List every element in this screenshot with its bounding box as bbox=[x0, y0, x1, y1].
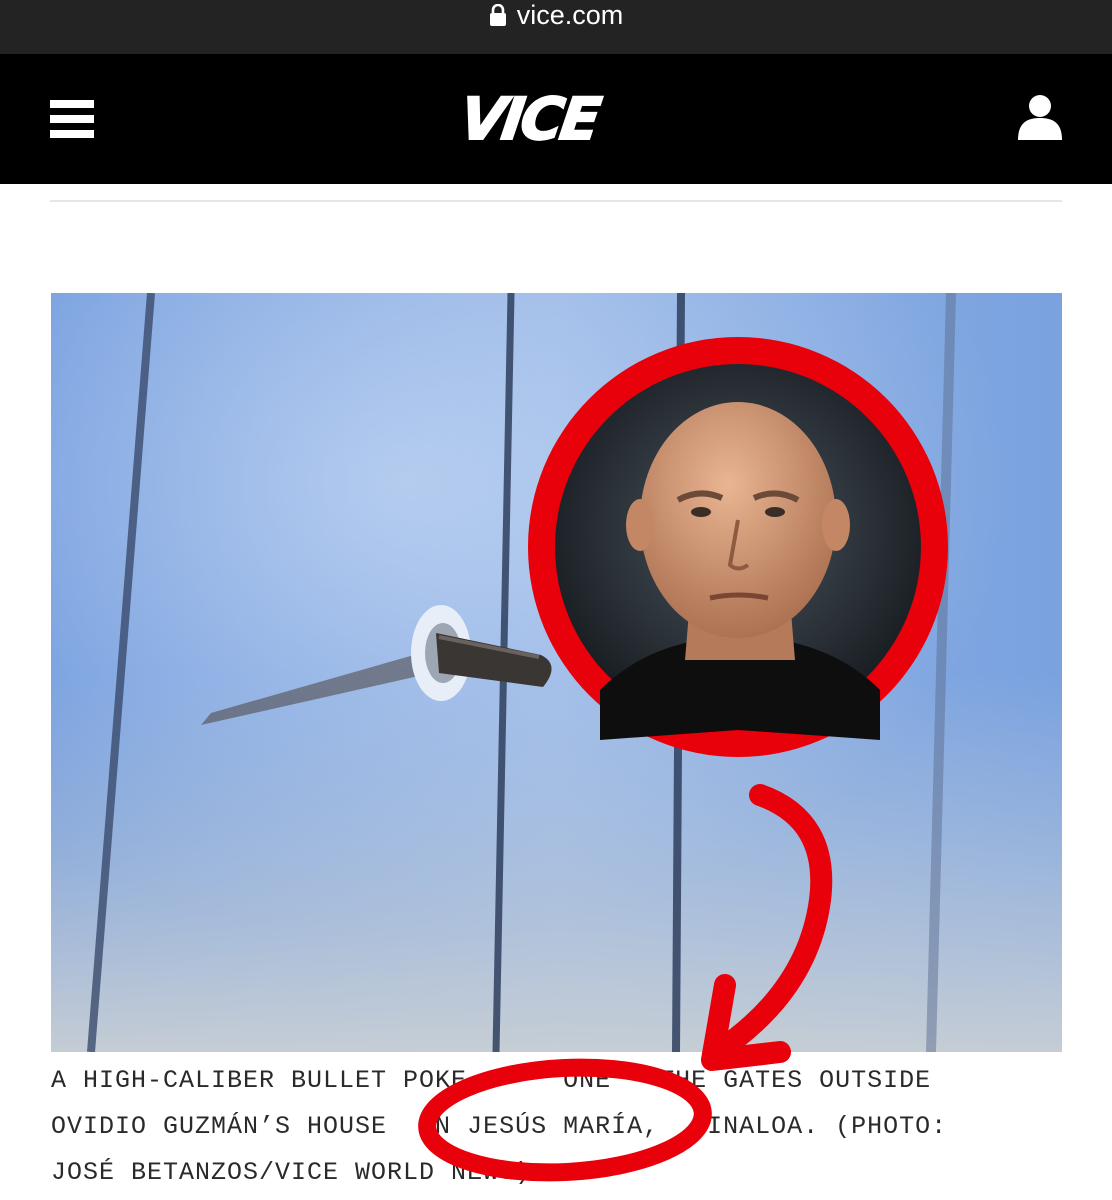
header-divider bbox=[50, 200, 1062, 202]
vice-logo[interactable]: VICE bbox=[426, 82, 632, 156]
address-bar-content: vice.com bbox=[0, 0, 1112, 30]
caption-line-3: JOSÉ BETANZOS/VICE WORLD NEWS) bbox=[51, 1158, 532, 1187]
user-account-icon[interactable] bbox=[1016, 92, 1064, 142]
hamburger-menu-icon[interactable] bbox=[50, 100, 94, 138]
caption-line-1: A HIGH-CALIBER BULLET POKE ONE THE GATES… bbox=[51, 1066, 932, 1095]
photo-caption: A HIGH-CALIBER BULLET POKE ONE THE GATES… bbox=[51, 1058, 1062, 1196]
site-header: VICE bbox=[0, 54, 1112, 184]
url-text: vice.com bbox=[516, 0, 624, 30]
gate-bullet-photo bbox=[51, 293, 1062, 1052]
browser-address-bar[interactable]: vice.com bbox=[0, 0, 1112, 54]
article-hero-photo bbox=[51, 293, 1062, 1052]
logo-text: VICE bbox=[455, 84, 603, 154]
lock-icon bbox=[489, 4, 506, 26]
caption-line-2: OVIDIO GUZMÁN’S HOUSE N JESÚS MARÍA, INA… bbox=[51, 1112, 948, 1141]
